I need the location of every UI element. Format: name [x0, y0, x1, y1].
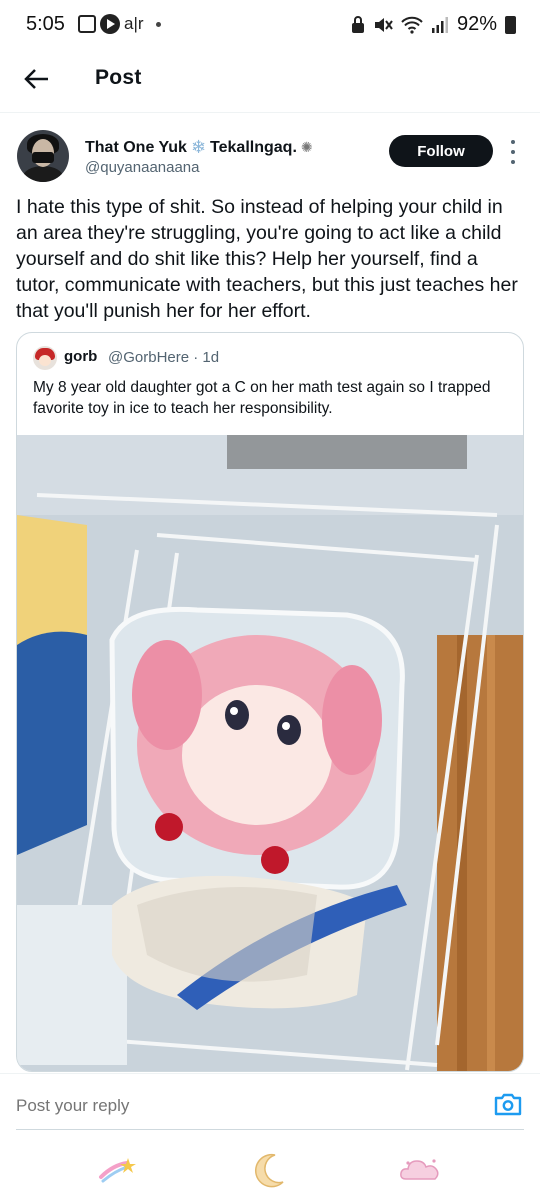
arrow-left-icon[interactable] [22, 64, 52, 94]
follow-button[interactable]: Follow [389, 135, 493, 167]
mute-icon [374, 17, 393, 32]
quote-display-name: gorb [64, 348, 98, 365]
reply-input[interactable] [16, 1096, 237, 1116]
bottom-nav [0, 1140, 540, 1200]
page-title: Post [95, 66, 142, 89]
post-text: I hate this type of shit. So instead of … [16, 196, 518, 322]
quote-avatar [33, 346, 57, 370]
moon-icon[interactable] [248, 1148, 292, 1192]
carrier-glyph: a|r [124, 14, 144, 33]
more-options-icon[interactable] [508, 140, 518, 164]
notification-icons: a|r [78, 14, 161, 34]
wifi-icon [401, 16, 423, 34]
author-handle[interactable]: @quyanaanaana [85, 159, 200, 176]
ghost-icon: ✺ [300, 139, 313, 155]
snowflake-icon: ❄ [190, 137, 207, 157]
battery-level: 92% [456, 13, 497, 35]
author-display-name: That One Yuk [85, 138, 187, 156]
reply-divider [16, 1129, 524, 1130]
reply-bar [0, 1073, 540, 1134]
system-icons: 92% [351, 13, 516, 36]
quoted-post[interactable]: gorb @GorbHere · 1d My 8 year old daught… [16, 332, 524, 1072]
status-time: 5:05 [26, 13, 65, 35]
quote-text: My 8 year old daughter got a C on her ma… [33, 379, 491, 417]
author-avatar[interactable] [17, 130, 69, 182]
post-header: Post [0, 50, 540, 113]
camera-icon[interactable] [493, 1089, 523, 1119]
lock-icon [351, 15, 364, 33]
signal-icon [431, 16, 448, 33]
quote-image[interactable] [17, 435, 524, 1072]
author-display-name-suffix: Tekallngaq. [210, 138, 297, 156]
play-icon [100, 14, 120, 34]
gallery-icon [78, 15, 96, 33]
battery-icon [505, 15, 516, 34]
dot-icon [155, 21, 161, 27]
author-name[interactable]: That One Yuk ❄ Tekallngaq. ✺ [85, 137, 313, 158]
shooting-star-icon[interactable] [95, 1148, 139, 1192]
cloud-icon[interactable] [398, 1148, 442, 1192]
quote-handle-time: @GorbHere · 1d [108, 349, 220, 366]
status-bar: 5:05 a|r 92% [0, 0, 540, 50]
